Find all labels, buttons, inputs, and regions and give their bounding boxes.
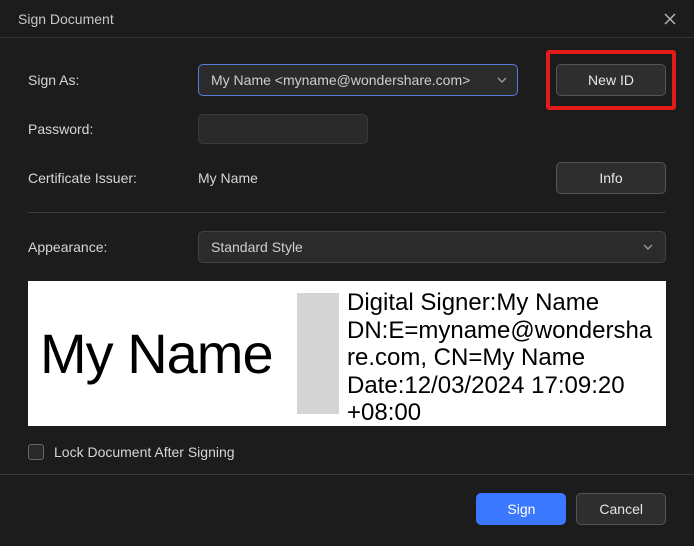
field-cert-issuer: My Name Info [198,162,666,194]
cancel-label: Cancel [599,501,643,517]
label-password: Password: [28,121,198,137]
chevron-down-icon [497,77,507,83]
footer: Sign Cancel [0,474,694,525]
label-cert-issuer: Certificate Issuer: [28,170,198,186]
appearance-value: Standard Style [211,239,303,255]
info-label: Info [599,170,622,186]
window-title: Sign Document [18,11,114,27]
preview-right: Digital Signer:My Name DN:E=myname@wonde… [347,287,654,420]
preview-band [297,293,339,414]
row-sign-as: Sign As: My Name <myname@wondershare.com… [28,64,666,96]
info-btn-wrap: Info [556,162,666,194]
lock-label: Lock Document After Signing [54,444,235,460]
lock-checkbox[interactable] [28,444,44,460]
row-password: Password: [28,114,666,144]
row-appearance: Appearance: Standard Style [28,231,666,263]
label-appearance: Appearance: [28,239,198,255]
field-sign-as: My Name <myname@wondershare.com> New ID [198,64,666,96]
field-password [198,114,666,144]
signature-preview: My Name Digital Signer:My Name DN:E=myna… [28,281,666,426]
titlebar: Sign Document [0,0,694,38]
sign-button[interactable]: Sign [476,493,566,525]
chevron-down-icon [643,244,653,250]
new-id-label: New ID [588,72,634,88]
dialog-body: Sign As: My Name <myname@wondershare.com… [0,38,694,535]
new-id-wrap: New ID [556,64,666,96]
label-sign-as: Sign As: [28,72,198,88]
preview-line2: DN:E=myname@wondershare.com, CN=My Name [347,317,652,372]
preview-line1: Digital Signer:My Name [347,289,599,316]
info-button[interactable]: Info [556,162,666,194]
password-input[interactable] [198,114,368,144]
row-cert-issuer: Certificate Issuer: My Name Info [28,162,666,194]
lock-row: Lock Document After Signing [28,444,666,460]
divider [28,212,666,213]
preview-name: My Name [40,321,273,386]
preview-left: My Name [40,287,347,420]
new-id-button[interactable]: New ID [556,64,666,96]
appearance-select[interactable]: Standard Style [198,231,666,263]
cert-issuer-value: My Name [198,170,258,186]
close-button[interactable] [656,5,684,33]
preview-line3: Date:12/03/2024 17:09:20 +08:00 [347,372,625,427]
sign-label: Sign [507,501,535,517]
sign-as-value: My Name <myname@wondershare.com> [211,72,470,88]
sign-as-select[interactable]: My Name <myname@wondershare.com> [198,64,518,96]
cancel-button[interactable]: Cancel [576,493,666,525]
close-icon [664,13,676,25]
